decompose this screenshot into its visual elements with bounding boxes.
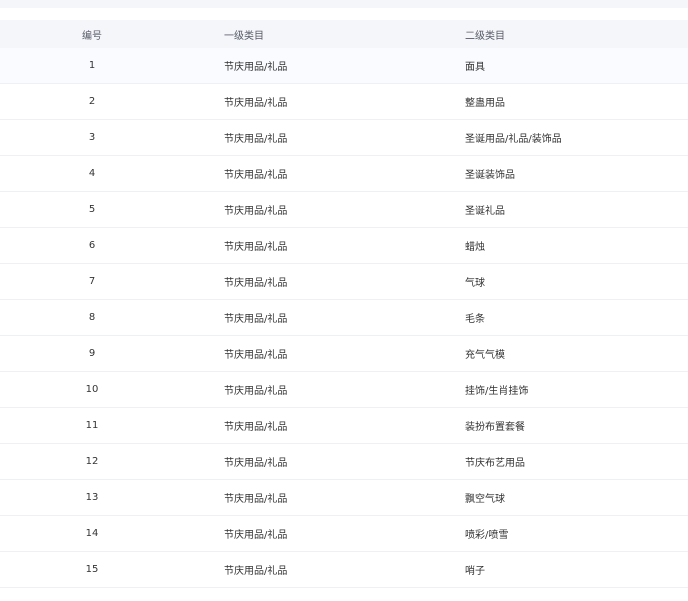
cell-id: 9 bbox=[88, 348, 96, 359]
cell-id: 12 bbox=[85, 456, 99, 467]
cell-level2: 飘空气球 bbox=[465, 494, 505, 505]
cell-id: 13 bbox=[85, 492, 99, 503]
table-row[interactable]: 9 节庆用品/礼品 充气气模 bbox=[0, 336, 688, 372]
cell-id: 10 bbox=[85, 384, 99, 395]
header-level1: 一级类目 bbox=[224, 30, 264, 42]
cell-id: 11 bbox=[85, 420, 99, 431]
table-row[interactable]: 10 节庆用品/礼品 挂饰/生肖挂饰 bbox=[0, 372, 688, 408]
cell-level2: 面具 bbox=[465, 62, 485, 73]
cell-level2: 哨子 bbox=[465, 566, 485, 577]
header-level2: 二级类目 bbox=[465, 30, 505, 42]
cell-level1: 节庆用品/礼品 bbox=[224, 314, 288, 325]
cell-level1: 节庆用品/礼品 bbox=[224, 278, 288, 289]
cell-level1: 节庆用品/礼品 bbox=[224, 530, 288, 541]
cell-level1: 节庆用品/礼品 bbox=[224, 170, 288, 181]
table-row[interactable]: 6 节庆用品/礼品 蜡烛 bbox=[0, 228, 688, 264]
cell-level1: 节庆用品/礼品 bbox=[224, 566, 288, 577]
table-row[interactable]: 13 节庆用品/礼品 飘空气球 bbox=[0, 480, 688, 516]
table-row[interactable]: 15 节庆用品/礼品 哨子 bbox=[0, 552, 688, 588]
table-row[interactable]: 5 节庆用品/礼品 圣诞礼品 bbox=[0, 192, 688, 228]
table-row[interactable]: 14 节庆用品/礼品 喷彩/喷雪 bbox=[0, 516, 688, 552]
cell-id: 8 bbox=[88, 312, 96, 323]
cell-level1: 节庆用品/礼品 bbox=[224, 350, 288, 361]
header-id: 编号 bbox=[82, 30, 102, 42]
table-row[interactable]: 11 节庆用品/礼品 装扮布置套餐 bbox=[0, 408, 688, 444]
cell-level2: 充气气模 bbox=[465, 350, 505, 361]
cell-level1: 节庆用品/礼品 bbox=[224, 494, 288, 505]
top-strip bbox=[0, 0, 688, 8]
cell-level2: 圣诞装饰品 bbox=[465, 170, 515, 181]
cell-id: 4 bbox=[88, 168, 96, 179]
cell-level1: 节庆用品/礼品 bbox=[224, 62, 288, 73]
cell-level2: 圣诞用品/礼品/装饰品 bbox=[465, 134, 562, 145]
cell-id: 15 bbox=[85, 564, 99, 575]
cell-id: 1 bbox=[88, 60, 96, 71]
cell-level2: 装扮布置套餐 bbox=[465, 422, 525, 433]
cell-level1: 节庆用品/礼品 bbox=[224, 98, 288, 109]
cell-level2: 蜡烛 bbox=[465, 242, 485, 253]
cell-level1: 节庆用品/礼品 bbox=[224, 386, 288, 397]
table-body: 1 节庆用品/礼品 面具 2 节庆用品/礼品 整蛊用品 3 节庆用品/礼品 圣诞用品/礼品/装饰… bbox=[0, 48, 688, 588]
table-row[interactable]: 2 节庆用品/礼品 整蛊用品 bbox=[0, 84, 688, 120]
table-row[interactable]: 7 节庆用品/礼品 气球 bbox=[0, 264, 688, 300]
cell-id: 6 bbox=[88, 240, 96, 251]
cell-level1: 节庆用品/礼品 bbox=[224, 458, 288, 469]
cell-level2: 圣诞礼品 bbox=[465, 206, 505, 217]
cell-id: 5 bbox=[88, 204, 96, 215]
cell-level2: 挂饰/生肖挂饰 bbox=[465, 386, 529, 397]
cell-id: 14 bbox=[85, 528, 99, 539]
cell-id: 3 bbox=[88, 132, 96, 143]
table-row[interactable]: 12 节庆用品/礼品 节庆布艺用品 bbox=[0, 444, 688, 480]
cell-id: 2 bbox=[88, 96, 96, 107]
table-row[interactable]: 8 节庆用品/礼品 毛条 bbox=[0, 300, 688, 336]
cell-level1: 节庆用品/礼品 bbox=[224, 134, 288, 145]
table-row[interactable]: 3 节庆用品/礼品 圣诞用品/礼品/装饰品 bbox=[0, 120, 688, 156]
cell-id: 7 bbox=[88, 276, 96, 287]
cell-level1: 节庆用品/礼品 bbox=[224, 242, 288, 253]
cell-level2: 气球 bbox=[465, 278, 485, 289]
table-row[interactable]: 1 节庆用品/礼品 面具 bbox=[0, 48, 688, 84]
table-header-row: 编号 一级类目 二级类目 bbox=[0, 20, 688, 48]
cell-level2: 节庆布艺用品 bbox=[465, 458, 525, 469]
table-row[interactable]: 4 节庆用品/礼品 圣诞装饰品 bbox=[0, 156, 688, 192]
cell-level1: 节庆用品/礼品 bbox=[224, 206, 288, 217]
cell-level2: 整蛊用品 bbox=[465, 98, 505, 109]
cell-level2: 喷彩/喷雪 bbox=[465, 530, 509, 541]
category-table: 编号 一级类目 二级类目 1 节庆用品/礼品 面具 2 节庆用品/礼品 整蛊用品 3 节庆用品… bbox=[0, 20, 688, 588]
cell-level1: 节庆用品/礼品 bbox=[224, 422, 288, 433]
cell-level2: 毛条 bbox=[465, 314, 485, 325]
